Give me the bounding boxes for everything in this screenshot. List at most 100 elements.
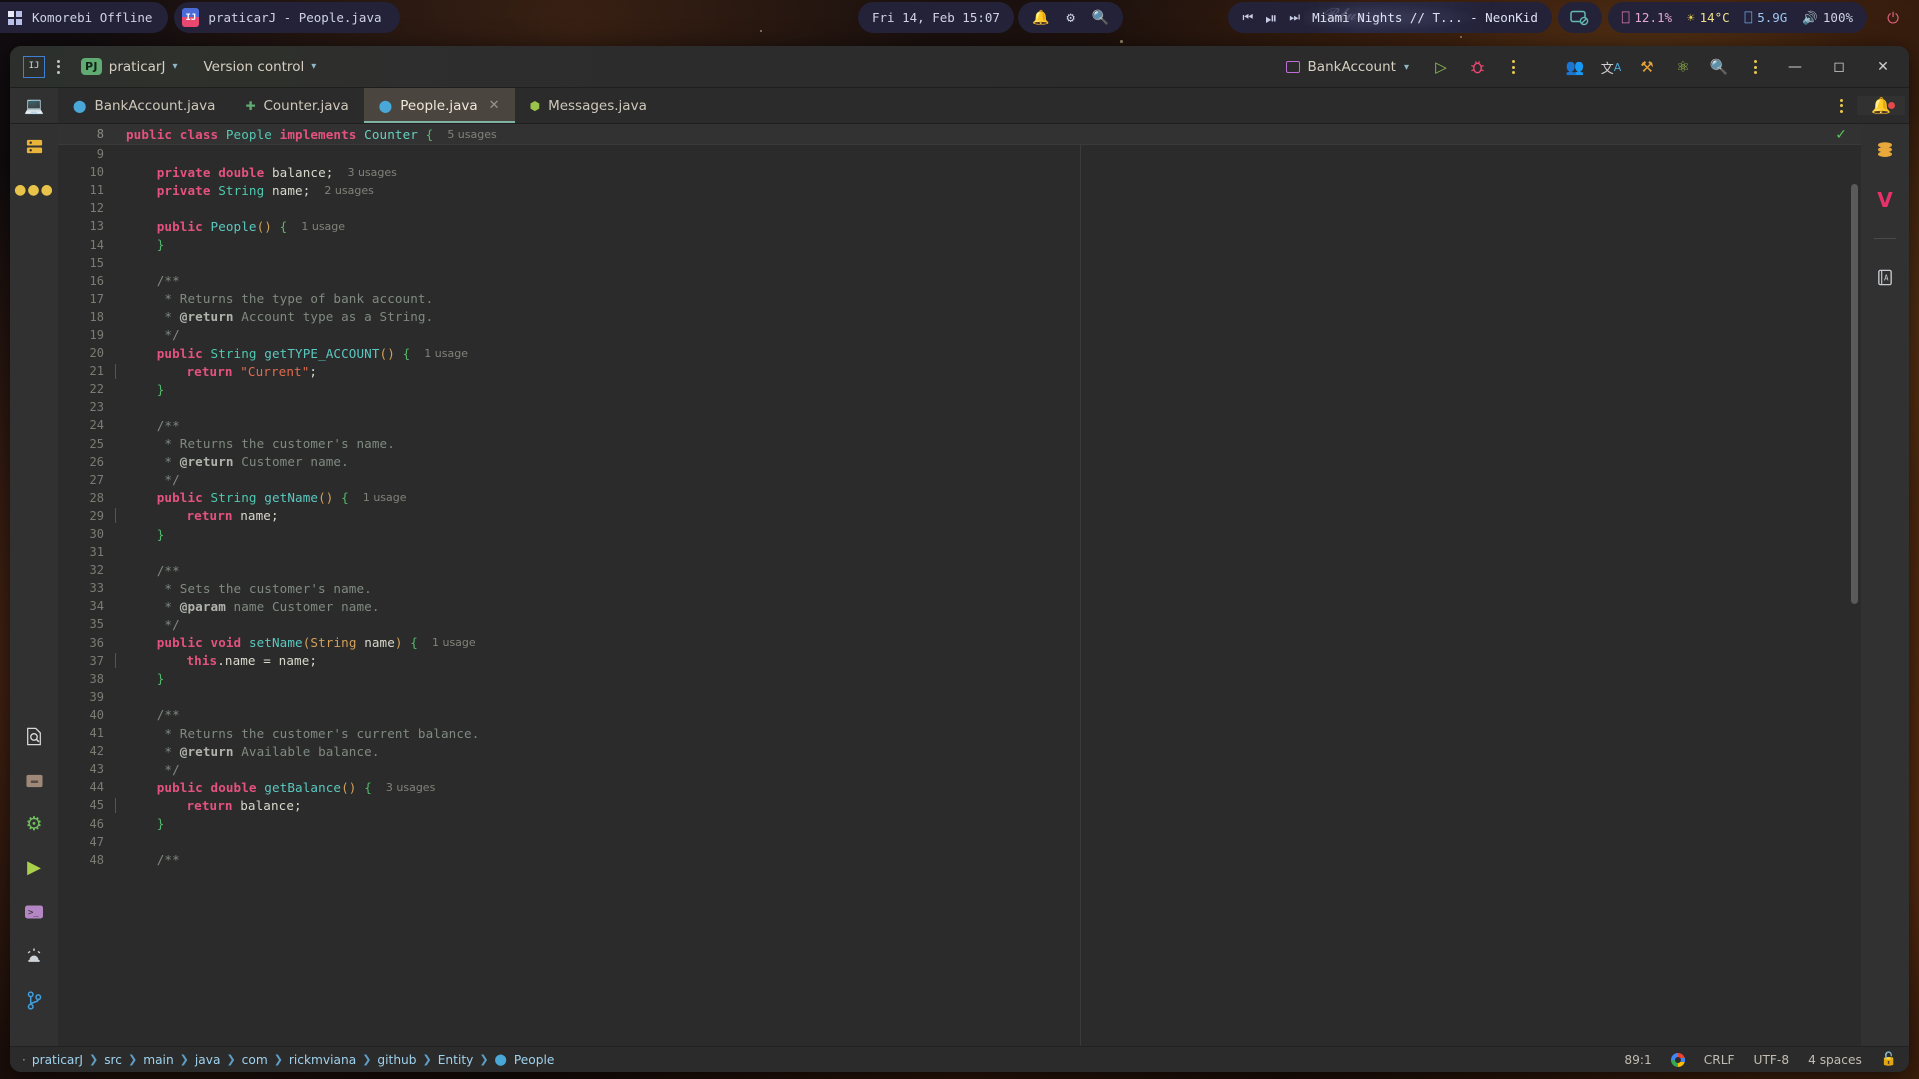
code-line[interactable]: 17 * Returns the type of bank account. (58, 290, 1861, 308)
book-icon[interactable]: A (1872, 265, 1898, 289)
breadcrumb-item[interactable]: People (514, 1053, 555, 1067)
code-line[interactable]: 16 /** (58, 272, 1861, 290)
code-line[interactable]: 33 * Sets the customer's name. (58, 579, 1861, 597)
code-line[interactable]: 28 public String getName() {1 usage (58, 489, 1861, 507)
alarm-icon[interactable] (21, 944, 47, 968)
usage-hint[interactable]: 1 usage (424, 347, 468, 360)
cpu-stat[interactable]: ⎕ 12.1% (1622, 10, 1672, 25)
tab-messages-java[interactable]: ⬢ Messages.java (515, 88, 662, 123)
code-line[interactable]: 37 this.name = name; (58, 652, 1861, 670)
search-icon[interactable]: 🔍 (1092, 10, 1109, 26)
code-line[interactable]: 10 private double balance; 3 usages (58, 163, 1861, 181)
code-line[interactable]: 27 */ (58, 471, 1861, 489)
code-line[interactable]: 42 * @return Available balance. (58, 742, 1861, 760)
usage-hint[interactable]: 1 usage (301, 220, 345, 233)
breadcrumb-item[interactable]: rickmviana (289, 1053, 356, 1067)
breadcrumb-item[interactable]: praticarJ (32, 1053, 83, 1067)
code-line[interactable]: 32 /** (58, 561, 1861, 579)
gear-icon[interactable]: ⚙ (21, 812, 47, 836)
code-line[interactable]: 13 public People() {1 usage (58, 217, 1861, 235)
code-line[interactable]: 21 return "Current"; (58, 362, 1861, 380)
code-line[interactable]: 34 * @param name Customer name. (58, 597, 1861, 615)
usage-hint[interactable]: 3 usages (347, 166, 396, 179)
code-line[interactable]: 18 * @return Account type as a String. (58, 308, 1861, 326)
code-line[interactable]: 47 (58, 833, 1861, 851)
database-icon[interactable] (21, 134, 47, 158)
hamburger-menu-icon[interactable] (45, 59, 71, 74)
power-icon[interactable]: ⏻ (1873, 2, 1913, 33)
code-line[interactable]: 36 public void setName(String name) {1 u… (58, 634, 1861, 652)
translate-icon[interactable]: 文A (1593, 46, 1629, 88)
media-player[interactable]: ⏮ ⏯ ⏭ Miami Nights // T... - NeonKid (1228, 2, 1552, 33)
version-control-menu[interactable]: Version control ▾ (203, 59, 316, 75)
code-line[interactable]: 41 * Returns the customer's current bala… (58, 724, 1861, 742)
editor-scrollbar[interactable] (1851, 184, 1858, 604)
breadcrumb-item[interactable]: github (377, 1053, 416, 1067)
temperature-stat[interactable]: ☀ 14°C (1687, 10, 1730, 25)
gear-icon[interactable]: ⚙ (1066, 10, 1074, 26)
code-line[interactable]: 46 } (58, 814, 1861, 832)
code-line[interactable]: 26 * @return Customer name. (58, 453, 1861, 471)
caret-position[interactable]: 89:1 (1624, 1053, 1651, 1067)
previous-track-icon[interactable]: ⏮ (1242, 10, 1253, 25)
usage-hint[interactable]: 1 usage (363, 491, 407, 504)
code-line[interactable]: 22 } (58, 380, 1861, 398)
close-icon[interactable]: ✕ (1861, 46, 1905, 88)
line-separator[interactable]: CRLF (1704, 1053, 1735, 1067)
pause-icon[interactable]: ⏯ (1265, 9, 1277, 27)
check-icon[interactable]: ✓ (1835, 124, 1847, 145)
monitor-icon[interactable]: 💻 (24, 96, 44, 115)
google-icon[interactable] (1670, 1052, 1685, 1067)
code-line[interactable]: 31 (58, 543, 1861, 561)
find-in-files-icon[interactable] (21, 724, 47, 748)
breadcrumb-item[interactable]: src (104, 1053, 122, 1067)
maximize-icon[interactable]: ◻ (1817, 46, 1861, 88)
code-editor[interactable]: 8 public class People implements Counter… (58, 124, 1861, 1046)
more-options-icon[interactable] (1495, 46, 1531, 88)
code-line[interactable]: 12 (58, 199, 1861, 217)
notifications-button[interactable]: 🔔 (1857, 96, 1905, 115)
v-mark-icon[interactable]: V (1872, 188, 1898, 212)
breadcrumb-item[interactable]: Entity (438, 1053, 474, 1067)
breadcrumb-item[interactable]: java (195, 1053, 221, 1067)
workspace-indicator[interactable]: Komorebi Offline (0, 2, 169, 33)
code-line[interactable]: 40 /** (58, 706, 1861, 724)
memory-stat[interactable]: ⎕ 5.9G (1745, 10, 1788, 25)
volume-stat[interactable]: 🔊 100% (1802, 10, 1853, 26)
terminal-icon[interactable]: >_ (21, 900, 47, 924)
close-icon[interactable]: ✕ (489, 98, 500, 113)
usage-hint[interactable]: 2 usages (324, 184, 373, 197)
run-configuration-selector[interactable]: BankAccount ▾ (1285, 59, 1409, 75)
code-line[interactable]: 38 } (58, 670, 1861, 688)
code-line[interactable]: 24 /** (58, 416, 1861, 434)
code-line[interactable]: 45 return balance; (58, 796, 1861, 814)
bell-icon[interactable]: 🔔 (1032, 10, 1049, 26)
code-line[interactable]: 39 (58, 688, 1861, 706)
code-line[interactable]: 35 */ (58, 615, 1861, 633)
breadcrumb-item[interactable]: com (242, 1053, 268, 1067)
run-icon[interactable]: ▷ (1423, 46, 1459, 88)
code-line[interactable]: 44 public double getBalance() {3 usages (58, 778, 1861, 796)
project-selector[interactable]: PJ praticarJ ▾ (81, 58, 177, 75)
usage-hint[interactable]: 3 usages (386, 781, 435, 794)
clock[interactable]: Fri 14, Feb 15:07 (858, 2, 1014, 33)
git-branch-icon[interactable] (21, 988, 47, 1012)
encoding[interactable]: UTF-8 (1754, 1053, 1790, 1067)
active-window-indicator[interactable]: IJ praticarJ - People.java (174, 2, 400, 33)
code-line[interactable]: 14 } (58, 235, 1861, 253)
more-vertical-icon[interactable] (1737, 46, 1773, 88)
code-line[interactable]: 48 /** (58, 851, 1861, 869)
code-line[interactable]: 29 return name; (58, 507, 1861, 525)
code-line[interactable]: 43 */ (58, 760, 1861, 778)
unlocked-icon[interactable]: 🔓 (1881, 1052, 1897, 1067)
code-line[interactable]: 25 * Returns the customer's name. (58, 435, 1861, 453)
tabstrip-more-icon[interactable] (1840, 98, 1843, 113)
tab-people-java[interactable]: ⬤ People.java ✕ (363, 88, 515, 123)
code-line[interactable]: 15 (58, 254, 1861, 272)
users-icon[interactable]: 👥 (1557, 46, 1593, 88)
indent-setting[interactable]: 4 spaces (1808, 1053, 1862, 1067)
package-icon[interactable] (21, 768, 47, 792)
debug-icon[interactable] (1459, 46, 1495, 88)
tab-bankaccount-java[interactable]: ⬤ BankAccount.java (58, 88, 230, 123)
next-track-icon[interactable]: ⏭ (1289, 10, 1300, 25)
